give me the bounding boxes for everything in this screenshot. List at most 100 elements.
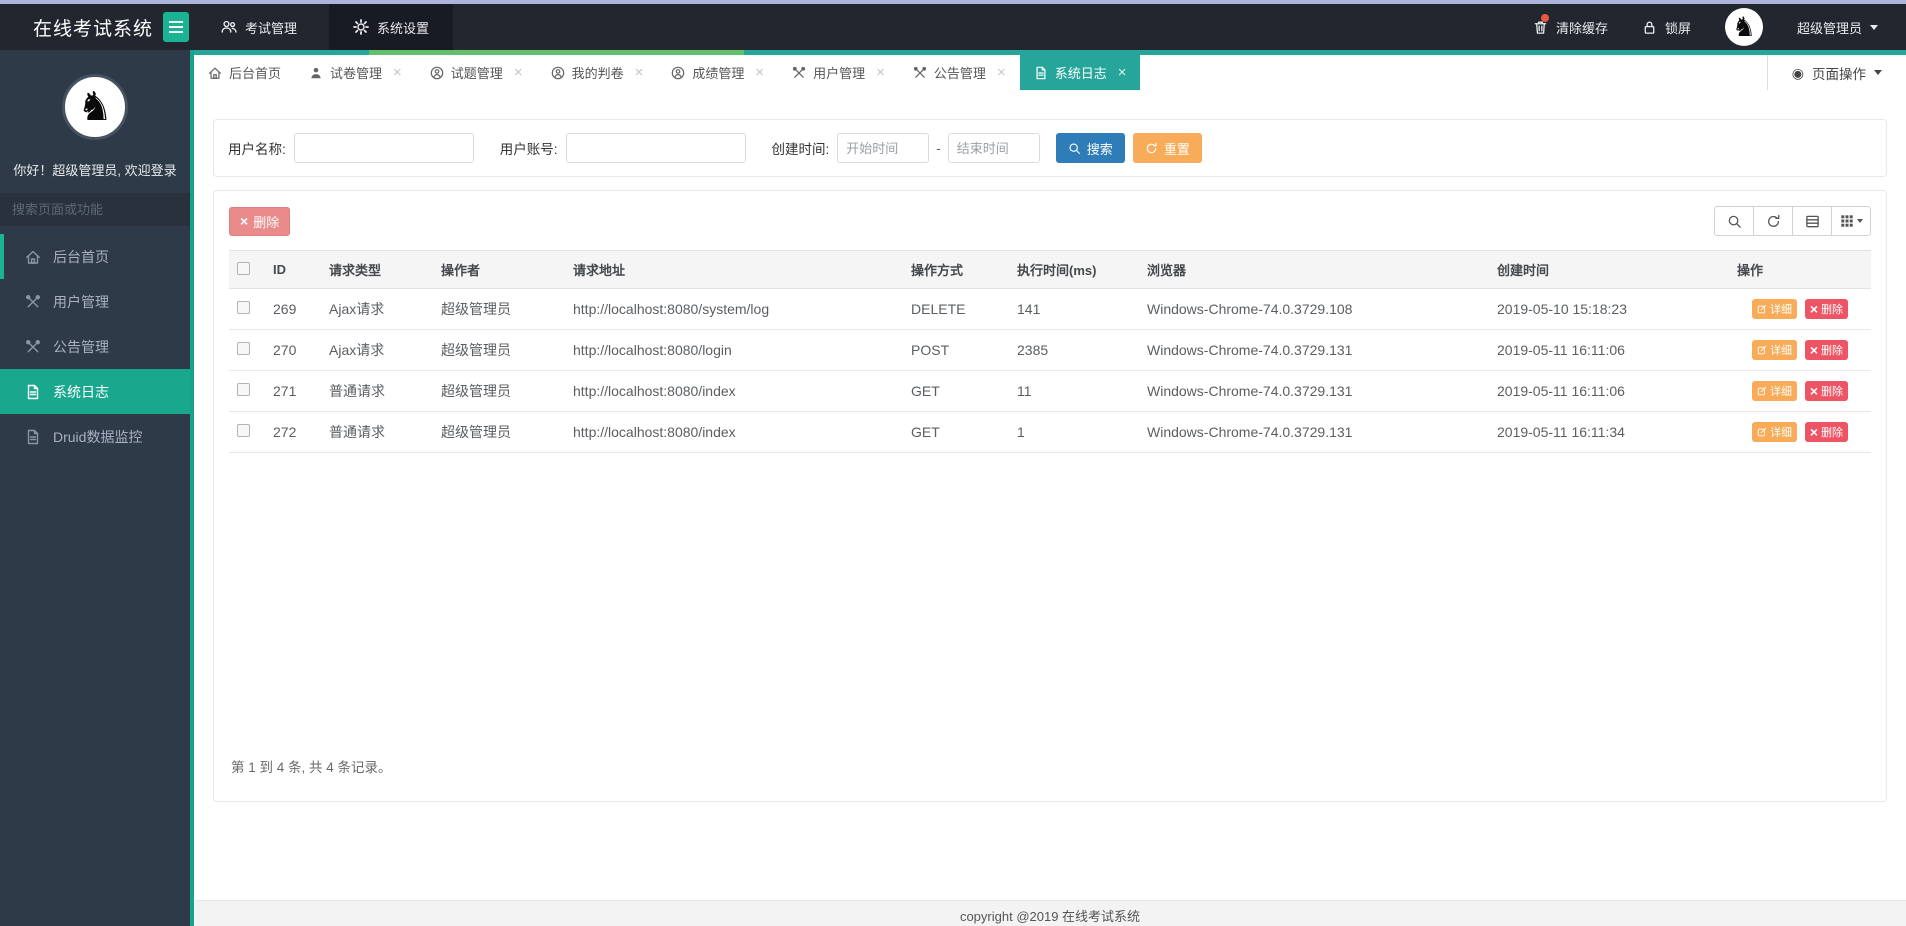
sidebar-item-user-mgmt[interactable]: 用户管理 [0,279,190,324]
x-icon: × [1809,342,1819,358]
end-time-input[interactable] [947,133,1040,163]
close-icon[interactable]: × [393,65,402,80]
sidebar-item-label: 公告管理 [53,338,109,355]
page-ops-dropdown[interactable]: ◉ 页面操作 [1766,55,1906,90]
detail-button[interactable]: 详细 [1751,422,1797,442]
select-all-checkbox[interactable] [237,261,250,275]
table-search-button[interactable] [1714,206,1754,236]
close-icon[interactable]: × [755,65,764,80]
tab-notice-mgmt[interactable]: 公告管理 × [899,55,1020,90]
cell-method: POST [903,329,1009,371]
cell-method: DELETE [903,288,1009,330]
sidebar-search-input[interactable] [12,202,188,217]
x-icon: × [1809,383,1819,399]
row-checkbox[interactable] [237,383,250,396]
lock-screen-label: 锁屏 [1664,20,1691,36]
close-icon[interactable]: × [876,65,885,80]
nav-item-system-settings[interactable]: 系统设置 [329,4,454,50]
cell-operator: 超级管理员 [433,329,565,371]
delete-row-button[interactable]: × 删除 [1804,299,1849,319]
row-checkbox[interactable] [237,301,250,314]
delete-row-button[interactable]: × 删除 [1804,422,1849,442]
close-icon[interactable]: × [514,65,523,80]
table-view-toggle-button[interactable] [1792,206,1832,236]
username-input[interactable] [293,133,474,163]
table-row: 270 Ajax请求 超级管理员 http://localhost:8080/l… [229,329,1871,371]
row-checkbox[interactable] [237,342,250,355]
horse-logo-icon: ♞ [1731,11,1757,42]
user-avatar[interactable]: ♞ [1724,8,1763,46]
detail-button[interactable]: 详细 [1751,381,1797,401]
cell-request-type: Ajax请求 [321,288,433,330]
user-menu-button[interactable]: 超级管理员 [1797,18,1878,37]
detail-button-label: 详细 [1769,304,1792,316]
user-circle-icon [551,66,564,79]
gear-icon [353,19,369,35]
account-input[interactable] [565,133,746,163]
sidebar-item-notice-mgmt[interactable]: 公告管理 [0,324,190,369]
tab-my-grading[interactable]: 我的判卷 × [537,55,658,90]
table-columns-button[interactable] [1831,206,1871,236]
cell-exec-time: 2385 [1009,329,1139,371]
user-icon [311,67,321,78]
user-circle-icon [672,66,685,79]
tools-icon [793,66,806,78]
delete-row-button[interactable]: × 删除 [1804,381,1849,401]
detail-button[interactable]: 详细 [1751,340,1797,360]
col-header-operator: 操作者 [433,250,565,289]
account-label: 用户账号: [499,142,558,157]
sidebar-item-system-log[interactable]: 系统日志 [0,369,190,414]
table-row: 271 普通请求 超级管理员 http://localhost:8080/ind… [229,370,1871,412]
cell-operator: 超级管理员 [433,288,565,330]
close-icon[interactable]: × [635,65,644,80]
tab-home[interactable]: 后台首页 [194,55,295,90]
start-time-input[interactable] [837,133,930,163]
username-label: 超级管理员 [1796,20,1862,36]
cell-id: 270 [265,329,321,371]
cell-browser: Windows-Chrome-74.0.3729.108 [1139,288,1489,330]
reset-button[interactable]: 重置 [1132,133,1202,163]
row-checkbox[interactable] [237,424,250,437]
table-refresh-button[interactable] [1753,206,1793,236]
table-row: 269 Ajax请求 超级管理员 http://localhost:8080/s… [229,288,1871,330]
close-icon[interactable]: × [1118,65,1127,80]
detail-button[interactable]: 详细 [1751,299,1797,319]
sidebar-item-druid-monitor[interactable]: Druid数据监控 [0,414,190,459]
copyright-footer: copyright @2019 在线考试系统 [194,900,1906,926]
tab-question-mgmt[interactable]: 试题管理 × [416,55,537,90]
tab-paper-mgmt[interactable]: 试卷管理 × [295,55,416,90]
clear-cache-button[interactable]: 清除缓存 [1533,13,1608,37]
lock-screen-button[interactable]: 锁屏 [1642,18,1691,37]
tab-label: 试题管理 [450,66,503,81]
cell-id: 269 [265,288,321,330]
tab-label: 成绩管理 [692,66,745,81]
tab-label: 后台首页 [229,66,282,81]
col-header-request-url: 请求地址 [565,250,903,289]
tab-system-log[interactable]: 系统日志 × [1019,50,1141,90]
reset-button-label: 重置 [1163,141,1190,157]
bulk-delete-button[interactable]: × 删除 [229,206,291,236]
tab-user-mgmt[interactable]: 用户管理 × [778,55,899,90]
system-log-table: ID 请求类型 操作者 请求地址 操作方式 执行时间(ms) 浏览器 创建时间 … [229,250,1871,453]
cell-browser: Windows-Chrome-74.0.3729.131 [1139,370,1489,412]
cell-created: 2019-05-10 15:18:23 [1489,288,1729,330]
delete-row-button[interactable]: × 删除 [1804,340,1849,360]
nav-item-exam-mgmt[interactable]: 考试管理 [197,4,321,50]
tools-icon [26,339,41,353]
bulk-delete-label: 删除 [253,214,280,230]
sidebar-toggle-button[interactable] [163,12,189,42]
edit-icon [1757,427,1767,437]
sidebar-item-label: Druid数据监控 [53,428,143,445]
file-icon [1036,66,1046,79]
delete-row-button-label: 删除 [1821,304,1844,316]
lock-icon [1644,21,1655,34]
content-area: 用户名称: 用户账号: 创建时间: - 搜索 [194,90,1906,900]
col-header-exec-time: 执行时间(ms) [1009,250,1139,289]
tab-score-mgmt[interactable]: 成绩管理 × [657,55,778,90]
search-button[interactable]: 搜索 [1055,133,1125,163]
sidebar-item-home[interactable]: 后台首页 [0,234,190,279]
col-header-request-type: 请求类型 [321,250,433,289]
sidebar-search[interactable] [0,193,190,226]
close-icon[interactable]: × [997,65,1006,80]
radio-dot-icon: ◉ [1791,64,1804,81]
